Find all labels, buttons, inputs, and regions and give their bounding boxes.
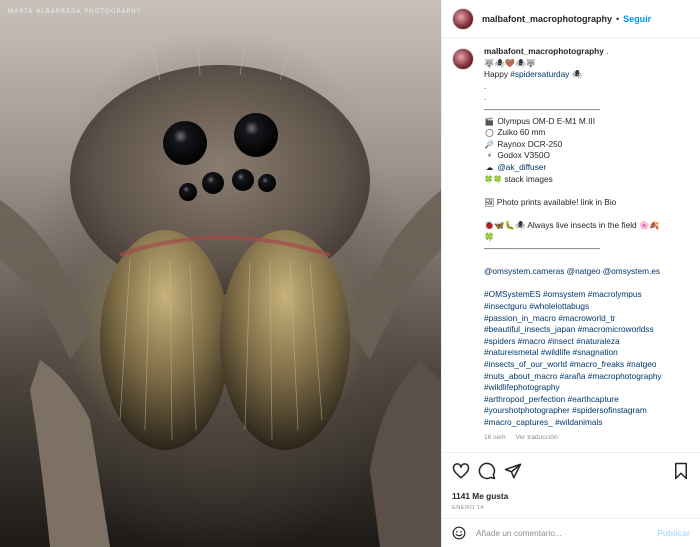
cloud-icon: ☁	[485, 162, 494, 172]
mention-link[interactable]: @ak_diffuser	[497, 162, 546, 172]
hashtag-line[interactable]: #nuts_about_macro #araña #macrophotograp…	[484, 371, 694, 383]
post-header: malbafont_macrophotography • Seguir	[442, 0, 700, 38]
see-translation-link[interactable]: Ver traducción	[515, 434, 557, 441]
post-date: ENERO 14	[452, 505, 484, 511]
caption-divider: ——————————————	[484, 243, 601, 254]
caption-happy-suffix: 🕷	[569, 69, 583, 80]
caption-emoji-line: 🐺🕷🤎🕷🐺	[484, 57, 537, 68]
actions-section: 1141 Me gusta ENERO 14	[442, 452, 700, 511]
gear-item: Raynox DCR-250	[497, 138, 563, 149]
header-separator: •	[616, 13, 620, 24]
caption-username[interactable]: malbafont_macrophotography	[484, 46, 604, 56]
hashtag-line[interactable]: #spiders #macro #insect #naturaleza	[484, 336, 694, 348]
clover-line: 🍀	[484, 231, 495, 242]
author-username[interactable]: malbafont_macrophotography	[482, 14, 612, 24]
follow-button[interactable]: Seguir	[623, 14, 651, 24]
author-avatar[interactable]	[452, 7, 474, 30]
post-photo[interactable]: MARTA ALBARREDA PHOTOGRAPHY	[0, 0, 441, 547]
comment-icon[interactable]	[478, 462, 496, 480]
clover-icon: 🍀🍀	[484, 174, 503, 184]
hashtag-line[interactable]: #macro_captures_ #wildanimals	[484, 417, 694, 429]
caption-dot-line: .	[484, 92, 487, 103]
flash-icon: ⚡	[486, 151, 493, 161]
post-side-panel: malbafont_macrophotography • Seguir malb…	[441, 0, 700, 547]
comment-input[interactable]	[476, 528, 658, 538]
bookmark-icon[interactable]	[672, 462, 690, 480]
gear-item: Godox V350O	[497, 150, 550, 161]
caption-meta: 16 sem Ver traducción	[484, 432, 694, 444]
share-icon[interactable]	[504, 462, 522, 480]
gear-item: Olympus OM-D E-M1 M.III	[497, 115, 596, 126]
gear-item: Zuiko 60 mm	[497, 127, 546, 138]
action-row	[452, 461, 690, 481]
caption-happy-text: Happy	[484, 69, 511, 80]
caption-username-suffix: .	[603, 46, 609, 56]
spider-illustration	[0, 34, 441, 547]
hashtag-line[interactable]: #passion_in_macro #macroworld_tr	[484, 313, 694, 325]
heart-icon[interactable]	[452, 462, 470, 480]
live-insects-line: 🐞🦋🐛🕷 Always live insects in the field 🌸🍂	[484, 219, 660, 230]
camera-icon: 🎬	[484, 116, 495, 126]
hashtag-line[interactable]: #insects_of_our_world #macro_freaks #nat…	[484, 359, 694, 371]
lens-icon: ◯	[485, 128, 494, 138]
hashtag-line[interactable]: #insectguru #wholelottabugs	[484, 301, 694, 313]
comment-bar: Publicar	[442, 518, 700, 547]
caption-body: malbafont_macrophotography . 🐺🕷🤎🕷🐺 Happy…	[484, 46, 694, 444]
hashtag-line[interactable]: #natureismetal #wildlife #snagnation	[484, 347, 694, 359]
caption-section: malbafont_macrophotography . 🐺🕷🤎🕷🐺 Happy…	[452, 46, 694, 444]
gear-item: stack images	[504, 173, 553, 184]
hashtag-line[interactable]: #OMSystemES #omsystem #macrolympus	[484, 289, 694, 301]
likes-count[interactable]: 1141 Me gusta	[452, 491, 690, 501]
hashtag-line[interactable]: #beautiful_insects_japan #macromicroworl…	[484, 324, 694, 336]
mentions-line[interactable]: @omsystem.cameras @natgeo @omsystem.es	[484, 266, 694, 278]
caption-dot-line: .	[484, 80, 487, 91]
photo-watermark: MARTA ALBARREDA PHOTOGRAPHY	[8, 8, 142, 15]
magnifier-icon: 🔎	[484, 139, 495, 149]
hashtag-line[interactable]: #yourshotphotographer #spidersofinstagra…	[484, 405, 694, 417]
prints-line: 🖼 Photo prints available! link in Bio	[484, 196, 617, 207]
caption-avatar[interactable]	[452, 48, 474, 70]
publish-button[interactable]: Publicar	[657, 528, 690, 538]
hashtag-line[interactable]: #arthropod_perfection #earthcapture	[484, 394, 694, 406]
emoji-icon[interactable]	[452, 526, 466, 540]
caption-divider: ——————————————	[484, 103, 601, 114]
post-age[interactable]: 16 sem	[484, 434, 506, 441]
hashtag-line[interactable]: #wildlifephotography	[484, 382, 694, 394]
hashtag-link[interactable]: #spidersaturday	[510, 69, 569, 79]
